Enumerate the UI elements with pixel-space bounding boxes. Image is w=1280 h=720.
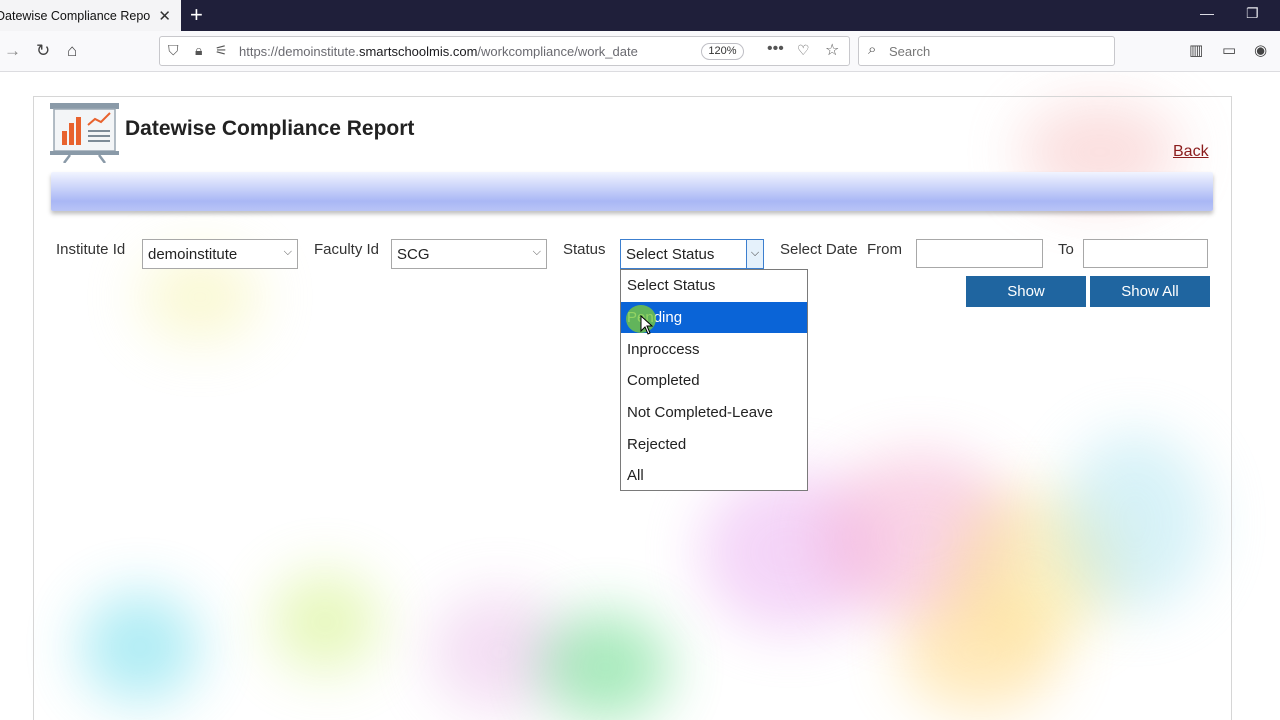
shield-icon[interactable]: ⛉ (168, 42, 179, 59)
status-label: Status (563, 241, 606, 258)
back-link[interactable]: Back (1173, 143, 1209, 161)
sidebar-icon[interactable]: ▭ (1222, 41, 1236, 59)
url-text[interactable]: https://demoinstitute.smartschoolmis.com… (239, 44, 664, 59)
account-icon[interactable]: ◉ (1254, 41, 1267, 59)
home-icon[interactable]: ⌂ (67, 41, 77, 61)
permissions-icon[interactable]: ⚟ (215, 42, 228, 59)
chevron-down-icon: ⌵ (283, 246, 292, 258)
chevron-down-icon[interactable]: ⌵ (746, 240, 763, 268)
status-value: Select Status (626, 246, 715, 263)
status-dropdown-list: Select Status Pending Inproccess Complet… (620, 269, 808, 491)
reload-icon[interactable]: ↻ (36, 41, 50, 61)
more-actions-icon[interactable]: ••• (767, 40, 784, 58)
minimize-icon[interactable]: — (1200, 5, 1214, 21)
zoom-level-badge[interactable]: 120% (701, 43, 744, 60)
header-banner (51, 172, 1213, 211)
faculty-id-label: Faculty Id (314, 241, 380, 258)
from-label: From (867, 241, 902, 258)
report-chart-icon (50, 103, 119, 163)
status-option-all[interactable]: All (621, 460, 807, 491)
browser-tab[interactable]: Datewise Compliance Report ✕ (0, 0, 181, 31)
pocket-icon[interactable]: ♡ (797, 42, 810, 59)
show-all-button[interactable]: Show All (1090, 276, 1210, 307)
tab-title: Datewise Compliance Report (0, 8, 151, 23)
to-date-input[interactable] (1083, 239, 1208, 268)
institute-id-label: Institute Id (56, 241, 126, 258)
select-date-label: Select Date (780, 241, 858, 258)
search-placeholder: Search (889, 44, 931, 59)
faculty-id-select[interactable]: SCG ⌵ (391, 239, 547, 269)
browser-navbar: → ↻ ⌂ ⛉ 🔒︎ ⚟ https://demoinstitute.smart… (0, 31, 1280, 72)
forward-icon[interactable]: → (4, 41, 21, 61)
close-tab-icon[interactable]: ✕ (158, 7, 171, 25)
mouse-pointer-icon (640, 315, 654, 335)
faculty-id-value: SCG (397, 246, 430, 263)
chevron-down-icon: ⌵ (532, 246, 541, 258)
search-icon: ⌕ (868, 41, 877, 58)
institute-id-value: demoinstitute (148, 246, 238, 263)
status-option-completed[interactable]: Completed (621, 365, 807, 396)
institute-id-select[interactable]: demoinstitute ⌵ (142, 239, 298, 269)
new-tab-icon[interactable]: + (190, 2, 203, 28)
bookmark-star-icon[interactable]: ☆ (825, 40, 839, 60)
show-button[interactable]: Show (966, 276, 1086, 307)
search-box[interactable]: ⌕ Search (858, 36, 1115, 66)
to-label: To (1058, 241, 1074, 258)
status-option-inproccess[interactable]: Inproccess (621, 334, 807, 365)
status-option-rejected[interactable]: Rejected (621, 429, 807, 460)
restore-icon[interactable]: ❐ (1246, 5, 1259, 22)
lock-icon[interactable]: 🔒︎ (195, 42, 202, 59)
browser-titlebar: Datewise Compliance Report ✕ + — ❐ (0, 0, 1280, 31)
status-option-select-status[interactable]: Select Status (621, 270, 807, 301)
from-date-input[interactable] (916, 239, 1043, 268)
page-title: Datewise Compliance Report (125, 117, 415, 140)
address-bar[interactable]: ⛉ 🔒︎ ⚟ https://demoinstitute.smartschool… (159, 36, 850, 66)
library-icon[interactable]: ▥ (1189, 41, 1203, 59)
status-option-not-completed-leave[interactable]: Not Completed-Leave (621, 397, 807, 428)
status-select[interactable]: Select Status ⌵ (620, 239, 764, 269)
